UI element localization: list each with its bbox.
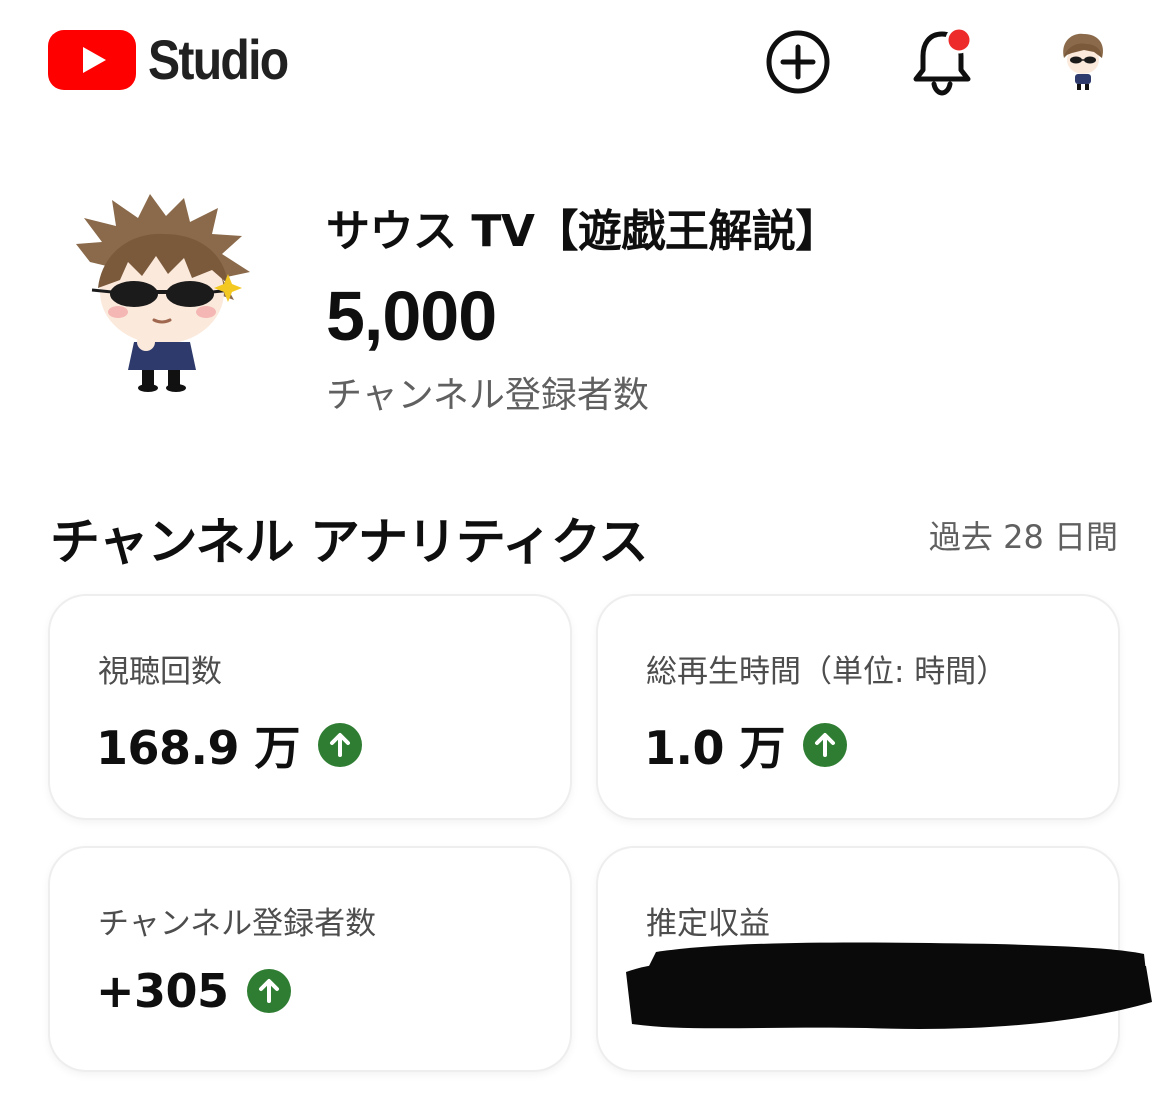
studio-logo[interactable]: Studio: [48, 30, 310, 90]
account-avatar[interactable]: [1050, 28, 1114, 92]
card-label: 総再生時間（単位: 時間）: [646, 654, 1008, 690]
notifications-button[interactable]: [906, 26, 978, 98]
bell-icon: [913, 26, 973, 96]
subscriber-label: チャンネル登録者数: [326, 375, 649, 416]
views-card[interactable]: 視聴回数 168.9 万: [50, 596, 570, 818]
subscriber-count: 5,000: [326, 277, 497, 355]
trend-up-icon: [318, 723, 363, 767]
trend-up-icon: [246, 969, 291, 1013]
channel-name: サウス TV【遊戯王解説】: [326, 206, 839, 257]
avatar: [1063, 33, 1104, 90]
card-value: +305: [96, 964, 229, 1018]
top-app-bar: Studio: [0, 0, 1170, 125]
card-value: 168.9 万: [96, 721, 301, 775]
subscribers-card[interactable]: チャンネル登録者数 +305: [50, 848, 570, 1070]
channel-avatar[interactable]: [72, 192, 262, 392]
studio-logo-text: Studio: [148, 28, 289, 91]
analytics-title: チャンネル アナリティクス: [50, 513, 648, 571]
notification-dot: [945, 26, 973, 54]
watch-time-card[interactable]: 総再生時間（単位: 時間） 1.0 万: [598, 596, 1118, 818]
redaction-scribble: [626, 942, 1152, 1029]
card-label: チャンネル登録者数: [98, 906, 377, 942]
card-label: 視聴回数: [98, 654, 222, 690]
period-label[interactable]: 過去 28 日間: [929, 512, 1118, 558]
trend-up-icon: [803, 723, 848, 767]
channel-avatar-illustration: [76, 194, 250, 392]
card-value: 1.0 万: [644, 721, 786, 775]
create-icon: [766, 30, 830, 94]
revenue-card[interactable]: 推定収益: [598, 848, 1152, 1070]
youtube-logo-icon: [48, 30, 136, 90]
create-button[interactable]: [762, 26, 834, 98]
